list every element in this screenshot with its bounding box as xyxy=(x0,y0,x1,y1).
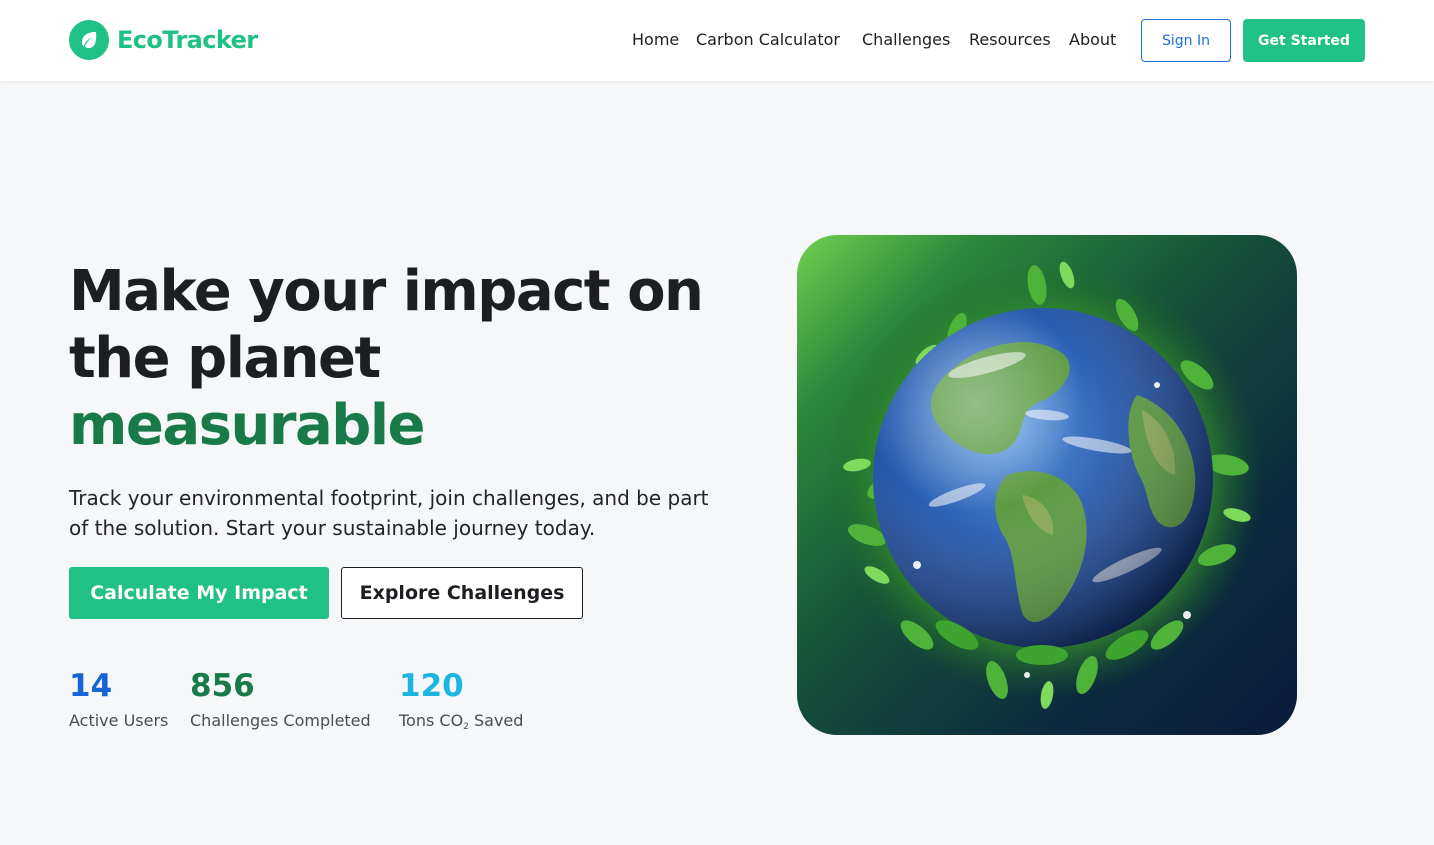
brand-name: EcoTracker xyxy=(117,26,258,54)
nav-challenges[interactable]: Challenges xyxy=(862,28,950,52)
sign-in-button[interactable]: Sign In xyxy=(1141,19,1231,62)
nav-about[interactable]: About xyxy=(1069,28,1116,52)
hero-title-line-2: the planet xyxy=(69,326,381,391)
stat-challenges-label: Challenges Completed xyxy=(190,711,371,730)
nav-carbon-calculator[interactable]: Carbon Calculator xyxy=(696,28,840,52)
nav-resources[interactable]: Resources xyxy=(969,28,1051,52)
hero-subtitle: Track your environmental footprint, join… xyxy=(69,486,709,540)
stat-co2-value: 120 xyxy=(399,668,464,704)
site-header: EcoTracker Home Carbon Calculator Challe… xyxy=(0,0,1434,81)
hero-title-accent: measurable xyxy=(69,393,426,458)
stat-active-users-value: 14 xyxy=(69,668,113,704)
stat-challenges-value: 856 xyxy=(190,668,255,704)
calculate-impact-button[interactable]: Calculate My Impact xyxy=(69,567,329,619)
earth-illustration xyxy=(826,261,1262,709)
hero-title-line-1: Make your impact on xyxy=(69,259,704,324)
leaf-icon xyxy=(69,20,109,60)
get-started-button[interactable]: Get Started xyxy=(1243,19,1365,62)
hero-title: Make your impact on the planet measurabl… xyxy=(69,258,769,459)
stat-co2-label: Tons CO2 Saved xyxy=(399,711,524,732)
explore-challenges-button[interactable]: Explore Challenges xyxy=(341,567,583,619)
hero-earth-image xyxy=(797,235,1297,735)
stat-active-users-label: Active Users xyxy=(69,711,169,730)
nav-home[interactable]: Home xyxy=(632,28,679,52)
brand-logo[interactable]: EcoTracker xyxy=(69,20,258,60)
